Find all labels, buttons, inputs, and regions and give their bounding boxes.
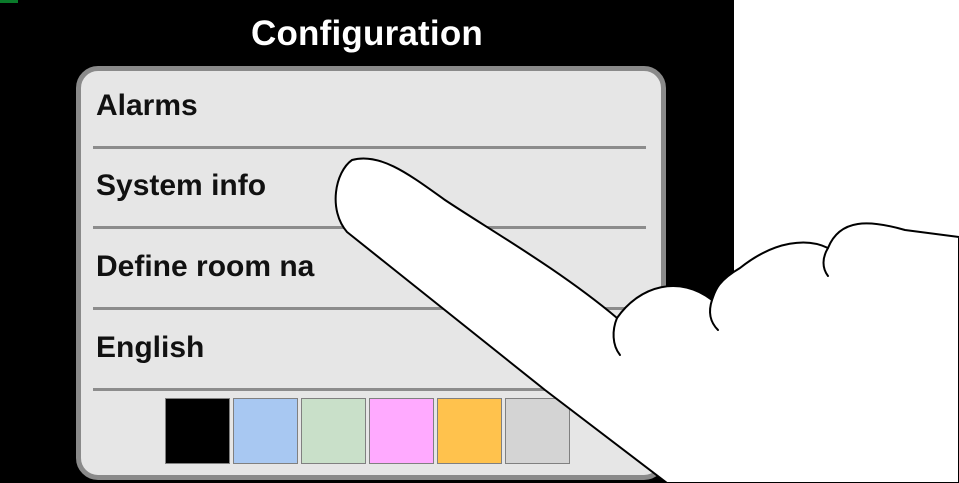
menu-item-label: Define room na bbox=[96, 250, 315, 283]
menu-item-label: System info bbox=[96, 169, 267, 202]
corner-accent bbox=[0, 0, 18, 3]
menu-item-label: Alarms bbox=[96, 89, 198, 122]
color-swatch-green[interactable] bbox=[301, 398, 366, 464]
configuration-menu: Alarms System info Define room na Englis… bbox=[76, 66, 666, 480]
color-swatch-pink[interactable] bbox=[369, 398, 434, 464]
screen-title: Configuration bbox=[251, 14, 483, 53]
menu-item-system-info[interactable]: System info bbox=[93, 151, 646, 229]
menu-item-define-room-names[interactable]: Define room na bbox=[93, 232, 646, 310]
color-swatch-orange[interactable] bbox=[437, 398, 502, 464]
color-swatch-blue[interactable] bbox=[233, 398, 298, 464]
device-screen: Configuration Alarms System info Define … bbox=[0, 0, 734, 483]
menu-item-label: English bbox=[96, 331, 205, 364]
menu-item-alarms[interactable]: Alarms bbox=[93, 71, 646, 149]
page: Configuration Alarms System info Define … bbox=[0, 0, 959, 483]
menu-item-language[interactable]: English bbox=[93, 313, 646, 391]
color-swatch-black[interactable] bbox=[165, 398, 230, 464]
color-swatch-row bbox=[165, 398, 570, 464]
color-swatch-gray[interactable] bbox=[505, 398, 570, 464]
